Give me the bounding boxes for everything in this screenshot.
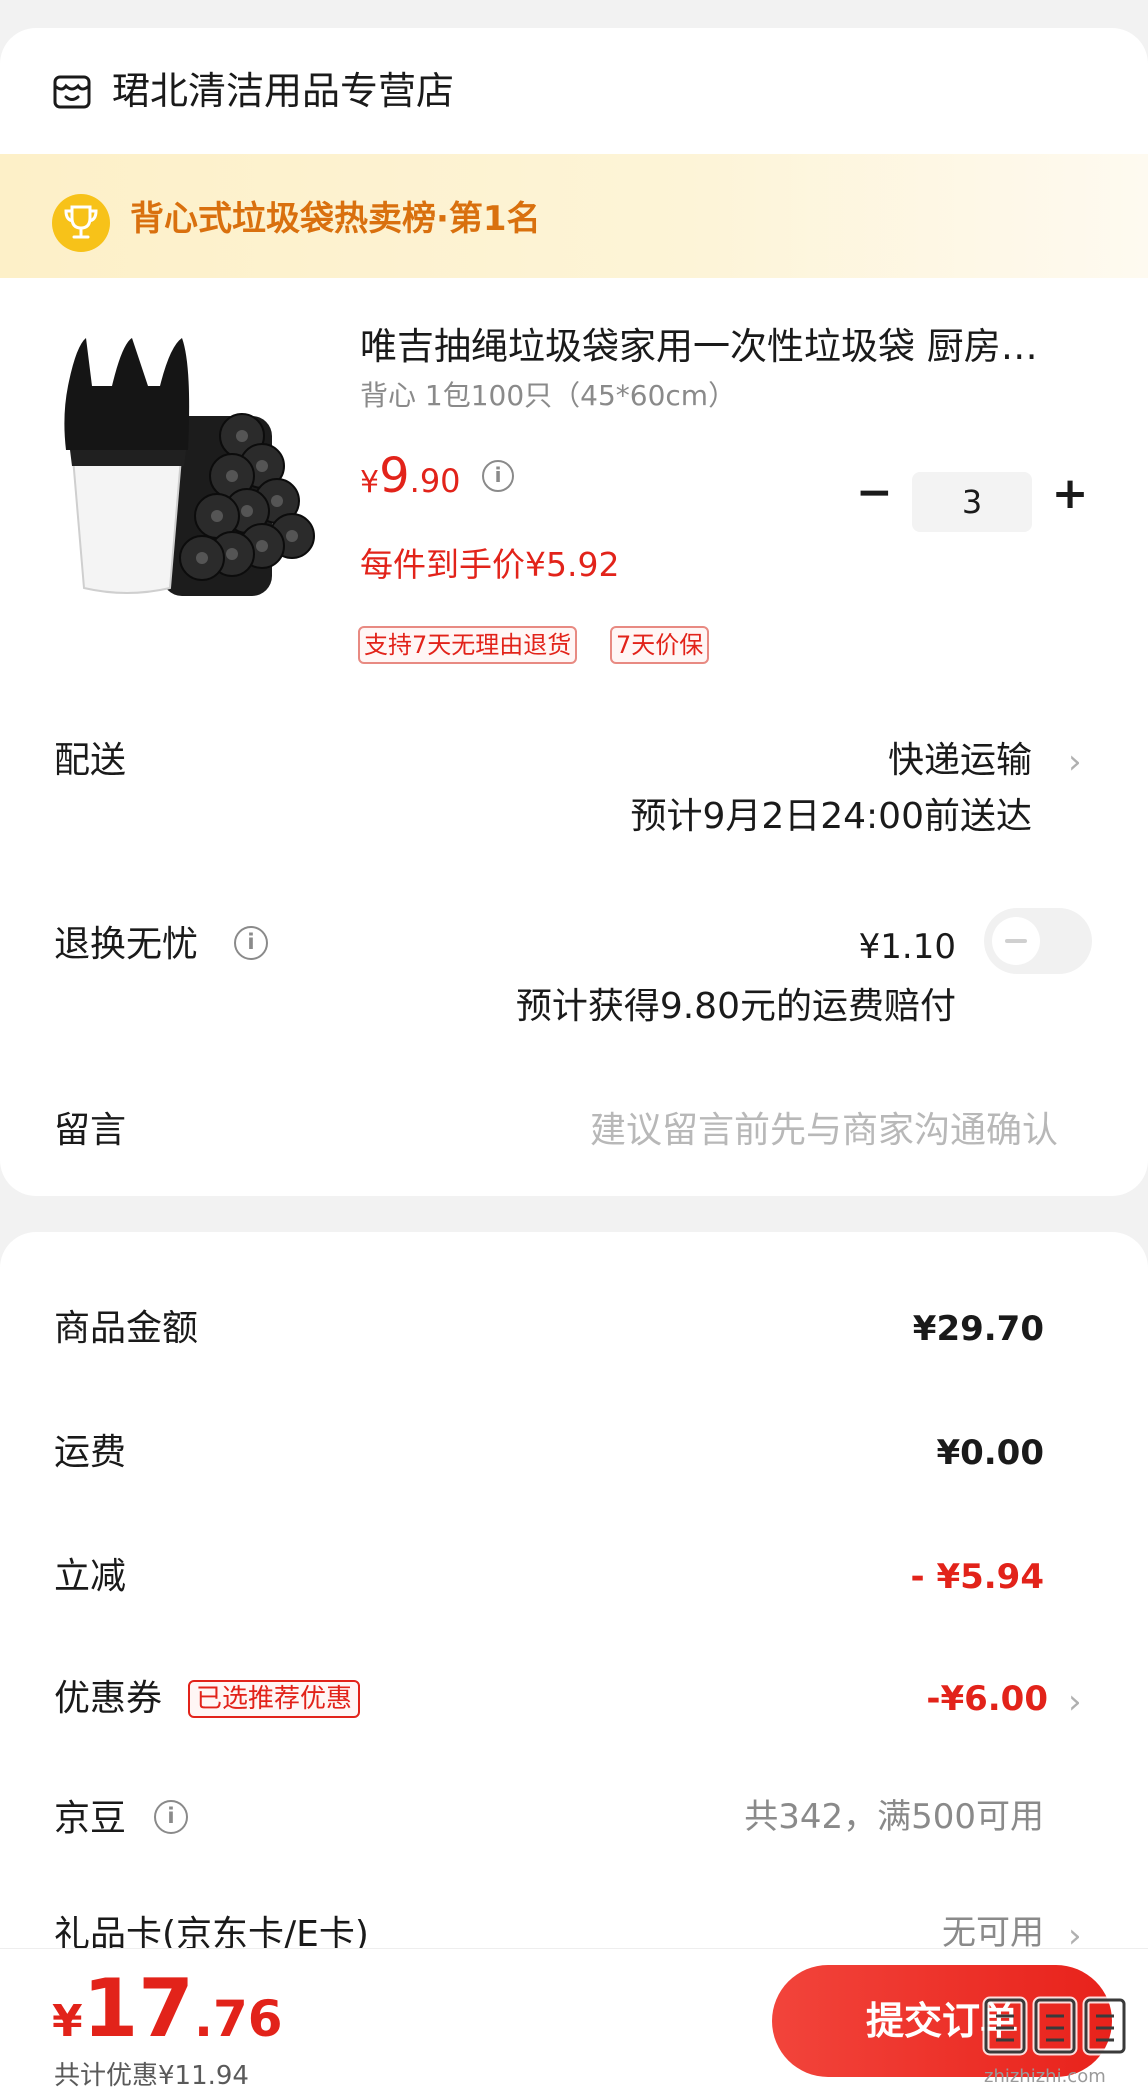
total-price: ¥17.76 bbox=[52, 1967, 283, 2073]
freight-value: ¥0.00 bbox=[936, 1433, 1044, 1473]
return-insurance-price: ¥1.10 bbox=[858, 927, 956, 967]
coupon-value[interactable]: -¥6.00 bbox=[926, 1676, 1048, 1722]
total-saved: 共计优惠¥11.94 bbox=[54, 2061, 249, 2091]
total-currency: ¥ bbox=[52, 1996, 83, 2047]
discount-label: 立减 bbox=[54, 1556, 127, 1597]
return-info-icon[interactable]: i bbox=[234, 926, 268, 960]
delivery-chevron-icon[interactable]: › bbox=[1068, 742, 1092, 782]
bean-info-icon[interactable]: i bbox=[154, 1800, 188, 1834]
delivery-label: 配送 bbox=[54, 740, 127, 781]
order-card: 珺北清洁用品专营店 背心式垃圾袋热卖榜·第1名 唯吉抽绳垃圾袋家用一次性垃圾袋 … bbox=[0, 28, 1148, 1196]
delivery-method[interactable]: 快递运输 bbox=[888, 738, 1032, 784]
coupon-label: 优惠券 bbox=[54, 1678, 163, 1719]
price-protect-tag: 7天价保 bbox=[610, 626, 710, 664]
return-compensation: 预计获得9.80元的运费赔付 bbox=[515, 986, 956, 1027]
price-integer: 9 bbox=[379, 448, 410, 504]
price-info-icon[interactable]: i bbox=[482, 460, 514, 492]
store-name: 珺北清洁用品专营店 bbox=[112, 69, 455, 113]
jd-bean-label: 京豆 bbox=[54, 1798, 127, 1839]
return-insurance-toggle[interactable] bbox=[984, 908, 1092, 974]
unit-price: 每件到手价¥5.92 bbox=[360, 545, 620, 584]
jd-bean-value: 共342，满500可用 bbox=[744, 1797, 1044, 1837]
product-price: ¥9.90 bbox=[360, 448, 461, 515]
quantity-input[interactable]: 3 bbox=[912, 472, 1032, 532]
rank-banner[interactable]: 背心式垃圾袋热卖榜·第1名 bbox=[0, 154, 1148, 278]
freight-label: 运费 bbox=[54, 1432, 127, 1473]
product-title[interactable]: 唯吉抽绳垃圾袋家用一次性垃圾袋 厨房… bbox=[360, 324, 1080, 370]
delivery-eta: 预计9月2日24:00前送达 bbox=[630, 796, 1032, 837]
trophy-icon bbox=[52, 194, 110, 252]
return-policy-tag: 支持7天无理由退货 bbox=[358, 626, 578, 664]
coupon-chevron-icon[interactable]: › bbox=[1068, 1682, 1092, 1722]
watermark-text: zhizhizhi.com bbox=[984, 2066, 1106, 2087]
goods-amount-label: 商品金额 bbox=[54, 1308, 199, 1349]
goods-amount-value: ¥29.70 bbox=[912, 1309, 1044, 1349]
watermark-logo bbox=[982, 1996, 1128, 2056]
discount-value: - ¥5.94 bbox=[910, 1557, 1045, 1597]
store-icon bbox=[53, 75, 91, 109]
rank-text: 背心式垃圾袋热卖榜·第1名 bbox=[130, 199, 541, 239]
product-image[interactable] bbox=[52, 326, 342, 606]
quantity-decrease-button[interactable]: − bbox=[856, 471, 893, 515]
product-spec[interactable]: 背心 1包100只（45*60cm） bbox=[360, 378, 736, 414]
return-insurance-label: 退换无忧 bbox=[54, 924, 199, 965]
message-input[interactable]: 建议留言前先与商家沟通确认 bbox=[590, 1108, 1058, 1154]
quantity-increase-button[interactable]: + bbox=[1050, 472, 1090, 516]
message-label: 留言 bbox=[54, 1110, 127, 1151]
price-currency: ¥ bbox=[360, 465, 380, 500]
toggle-knob bbox=[992, 917, 1040, 965]
total-decimal: .76 bbox=[193, 1990, 283, 2048]
store-row[interactable]: 珺北清洁用品专营店 bbox=[0, 28, 1148, 154]
total-integer: 17 bbox=[82, 1962, 194, 2055]
price-decimal: .90 bbox=[409, 462, 461, 500]
coupon-recommend-tag: 已选推荐优惠 bbox=[188, 1680, 361, 1718]
